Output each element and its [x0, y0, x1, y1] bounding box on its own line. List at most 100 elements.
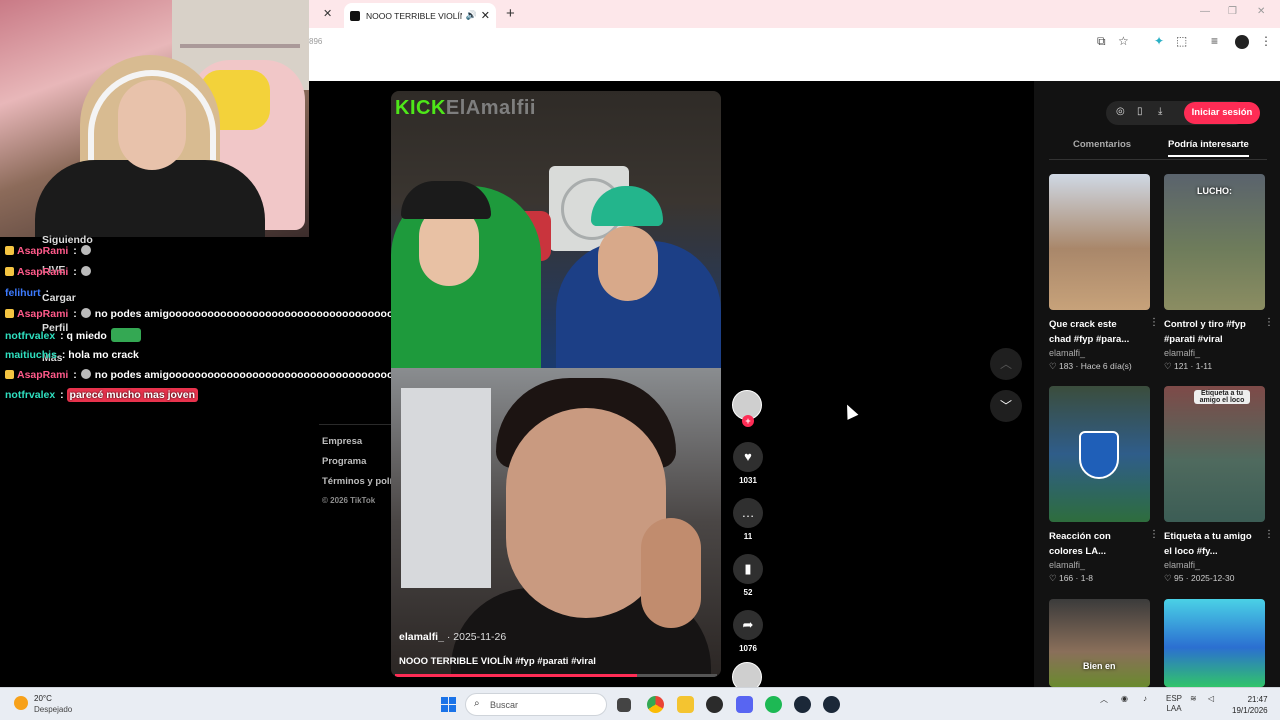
card-author[interactable]: elamalfi_ [1049, 560, 1151, 570]
close-tab-icon[interactable]: ✕ [481, 9, 490, 22]
wifi-icon[interactable]: ≋ [1190, 694, 1197, 703]
previous-video-button[interactable]: ︿ [990, 348, 1022, 380]
card-title[interactable]: Etiqueta a tu amigo el loco #fy... [1164, 529, 1252, 559]
card-title[interactable]: Reacción con colores LA... [1049, 529, 1137, 559]
tab-suggested[interactable]: Podría interesarte [1168, 139, 1249, 157]
mic-icon[interactable]: ♪ [1143, 694, 1147, 703]
video-card[interactable]: Reacción con colores LA... ⋮ elamalfi_ ♡… [1049, 386, 1159, 584]
share-icon[interactable]: ➦ [733, 610, 763, 640]
extension-icon[interactable]: ✦ [1154, 34, 1164, 48]
chat-message: notfrvalex : q miedo [5, 328, 141, 342]
card-title[interactable]: Que crack este chad #fyp #para... [1049, 317, 1137, 347]
emote-icon [110, 328, 141, 342]
chat-separator: : [70, 308, 77, 320]
follow-plus-icon[interactable]: + [742, 415, 754, 427]
puzzle-icon[interactable]: ⬚ [1176, 34, 1187, 48]
file-explorer-icon[interactable] [677, 696, 694, 713]
install-icon[interactable]: ⧉ [1097, 34, 1106, 49]
taskbar-clock[interactable]: 21:47 19/1/2026 [1232, 694, 1268, 716]
windows-start-icon[interactable] [441, 697, 456, 712]
taskbar-search[interactable]: ⌕ Buscar [465, 693, 607, 716]
creator-avatar[interactable]: + [732, 390, 762, 427]
minimize-icon[interactable]: — [1200, 6, 1210, 17]
author-name[interactable]: elamalfi_ [399, 631, 444, 643]
card-stats: ♡ 95 · 2025-12-30 [1164, 573, 1235, 583]
chat-message: maitiuchis : hola mo crack [5, 349, 139, 361]
weather-condition: Despejado [34, 705, 73, 714]
bookmark-icon[interactable]: ▮ [733, 554, 763, 584]
url-text[interactable]: 896 [309, 37, 322, 46]
card-title[interactable]: Control y tiro #fyp #parati #viral [1164, 317, 1252, 347]
next-video-button[interactable]: ﹀ [990, 390, 1022, 422]
card-author[interactable]: elamalfi_ [1164, 348, 1266, 358]
close-icon[interactable]: ✕ [323, 7, 332, 20]
language-indicator[interactable]: ESP LAA [1166, 694, 1182, 714]
video-player[interactable]: KICKElAmalfii elamalfi_ · 2025-11-26 NOO… [391, 91, 721, 677]
card-author[interactable]: elamalfi_ [1164, 560, 1266, 570]
video-card[interactable]: Que crack este chad #fyp #para... ⋮ elam… [1049, 174, 1159, 372]
download-icon[interactable]: ⤓ [1158, 106, 1162, 117]
webcam-overlay [0, 0, 309, 237]
card-thumbnail[interactable]: Bien en [1049, 599, 1150, 687]
more-options-icon[interactable]: ⋮ [1264, 529, 1274, 540]
login-button[interactable]: Iniciar sesión [1184, 102, 1260, 124]
video-author[interactable]: elamalfi_ · 2025-11-26 [399, 631, 596, 643]
new-tab-icon[interactable]: + [506, 5, 515, 22]
steam-alt-icon[interactable] [823, 696, 840, 713]
network-icon[interactable]: ◉ [1121, 694, 1128, 703]
tab-bar: ✕ NOOO TERRIBLE VIOLÍN #… 🔊 ✕ + — ❐ ✕ [309, 0, 1280, 28]
video-card[interactable]: Etiqueta a tu amigo el loco Etiqueta a t… [1164, 386, 1274, 584]
card-stats: ♡ 183 · Hace 6 día(s) [1049, 361, 1132, 371]
more-options-icon[interactable]: ⋮ [1264, 317, 1274, 328]
comment-count: 11 [743, 532, 753, 541]
more-options-icon[interactable]: ⋮ [1149, 529, 1159, 540]
card-thumbnail[interactable] [1164, 599, 1265, 687]
heart-icon[interactable]: ♥ [733, 442, 763, 472]
screen: Empresa Programa Términos y políticas © … [0, 0, 1280, 720]
star-icon[interactable]: ☆ [1118, 34, 1129, 48]
video-progress-bar[interactable] [395, 674, 717, 677]
video-caption: NOOO TERRIBLE VIOLÍN #fyp #parati #viral [399, 656, 596, 667]
chat-message: AsapRami : [5, 266, 95, 278]
task-view-icon[interactable] [617, 698, 631, 712]
tray-chevron-icon[interactable]: ︿ [1100, 694, 1108, 705]
video-card[interactable]: LUCHO: Control y tiro #fyp #parati #vira… [1164, 174, 1274, 372]
chrome-icon[interactable] [647, 696, 664, 713]
tab-comments[interactable]: Comentarios [1073, 139, 1131, 150]
video-card[interactable] [1164, 599, 1266, 687]
card-stats: ♡ 166 · 1-8 [1049, 573, 1094, 583]
steam-icon[interactable] [794, 696, 811, 713]
compass-icon[interactable]: ◎ [1116, 106, 1125, 117]
chat-text: no podes amigooooooooooooooooooooooooooo… [94, 308, 394, 320]
comment-icon[interactable]: … [733, 498, 763, 528]
person-hand [641, 518, 701, 628]
chat-separator: : [42, 287, 50, 299]
volume-icon[interactable]: ◁ [1208, 694, 1214, 703]
sub-badge-icon [5, 309, 14, 318]
search-label: Buscar [490, 700, 519, 710]
speaker-icon[interactable]: 🔊 [466, 10, 477, 21]
tiktok-favicon-icon [350, 10, 360, 21]
card-thumbnail[interactable]: LUCHO: [1164, 174, 1265, 310]
card-thumbnail[interactable] [1049, 174, 1150, 310]
video-card[interactable]: Bien en [1049, 599, 1151, 687]
phone-icon[interactable]: ▯ [1137, 106, 1143, 117]
video-top-frame: KICKElAmalfii [391, 91, 721, 368]
obs-icon[interactable] [706, 696, 723, 713]
taskbar: 20°C Despejado ⌕ Buscar ︿ ◉ ♪ ESP LAA ≋ ◁… [0, 687, 1280, 720]
card-thumbnail[interactable] [1049, 386, 1150, 522]
spotify-icon[interactable] [765, 696, 782, 713]
card-author[interactable]: elamalfi_ [1049, 348, 1151, 358]
window-close-icon[interactable]: ✕ [1257, 6, 1265, 17]
discord-icon[interactable] [736, 696, 753, 713]
menu-icon[interactable]: ⋮ [1260, 34, 1272, 48]
language-code: ESP [1166, 694, 1183, 703]
more-options-icon[interactable]: ⋮ [1149, 317, 1159, 328]
address-bar[interactable]: 896 ⧉ ☆ ✦ ⬚ ≡ ⋮ [309, 28, 1280, 56]
profile-avatar[interactable] [1235, 35, 1249, 49]
thumbnail-overlay-text: Bien en [1083, 661, 1116, 671]
maximize-icon[interactable]: ❐ [1228, 6, 1237, 17]
media-icon[interactable]: ≡ [1211, 34, 1218, 48]
browser-tab[interactable]: NOOO TERRIBLE VIOLÍN #… 🔊 ✕ [344, 3, 496, 28]
card-thumbnail[interactable]: Etiqueta a tu amigo el loco [1164, 386, 1265, 522]
